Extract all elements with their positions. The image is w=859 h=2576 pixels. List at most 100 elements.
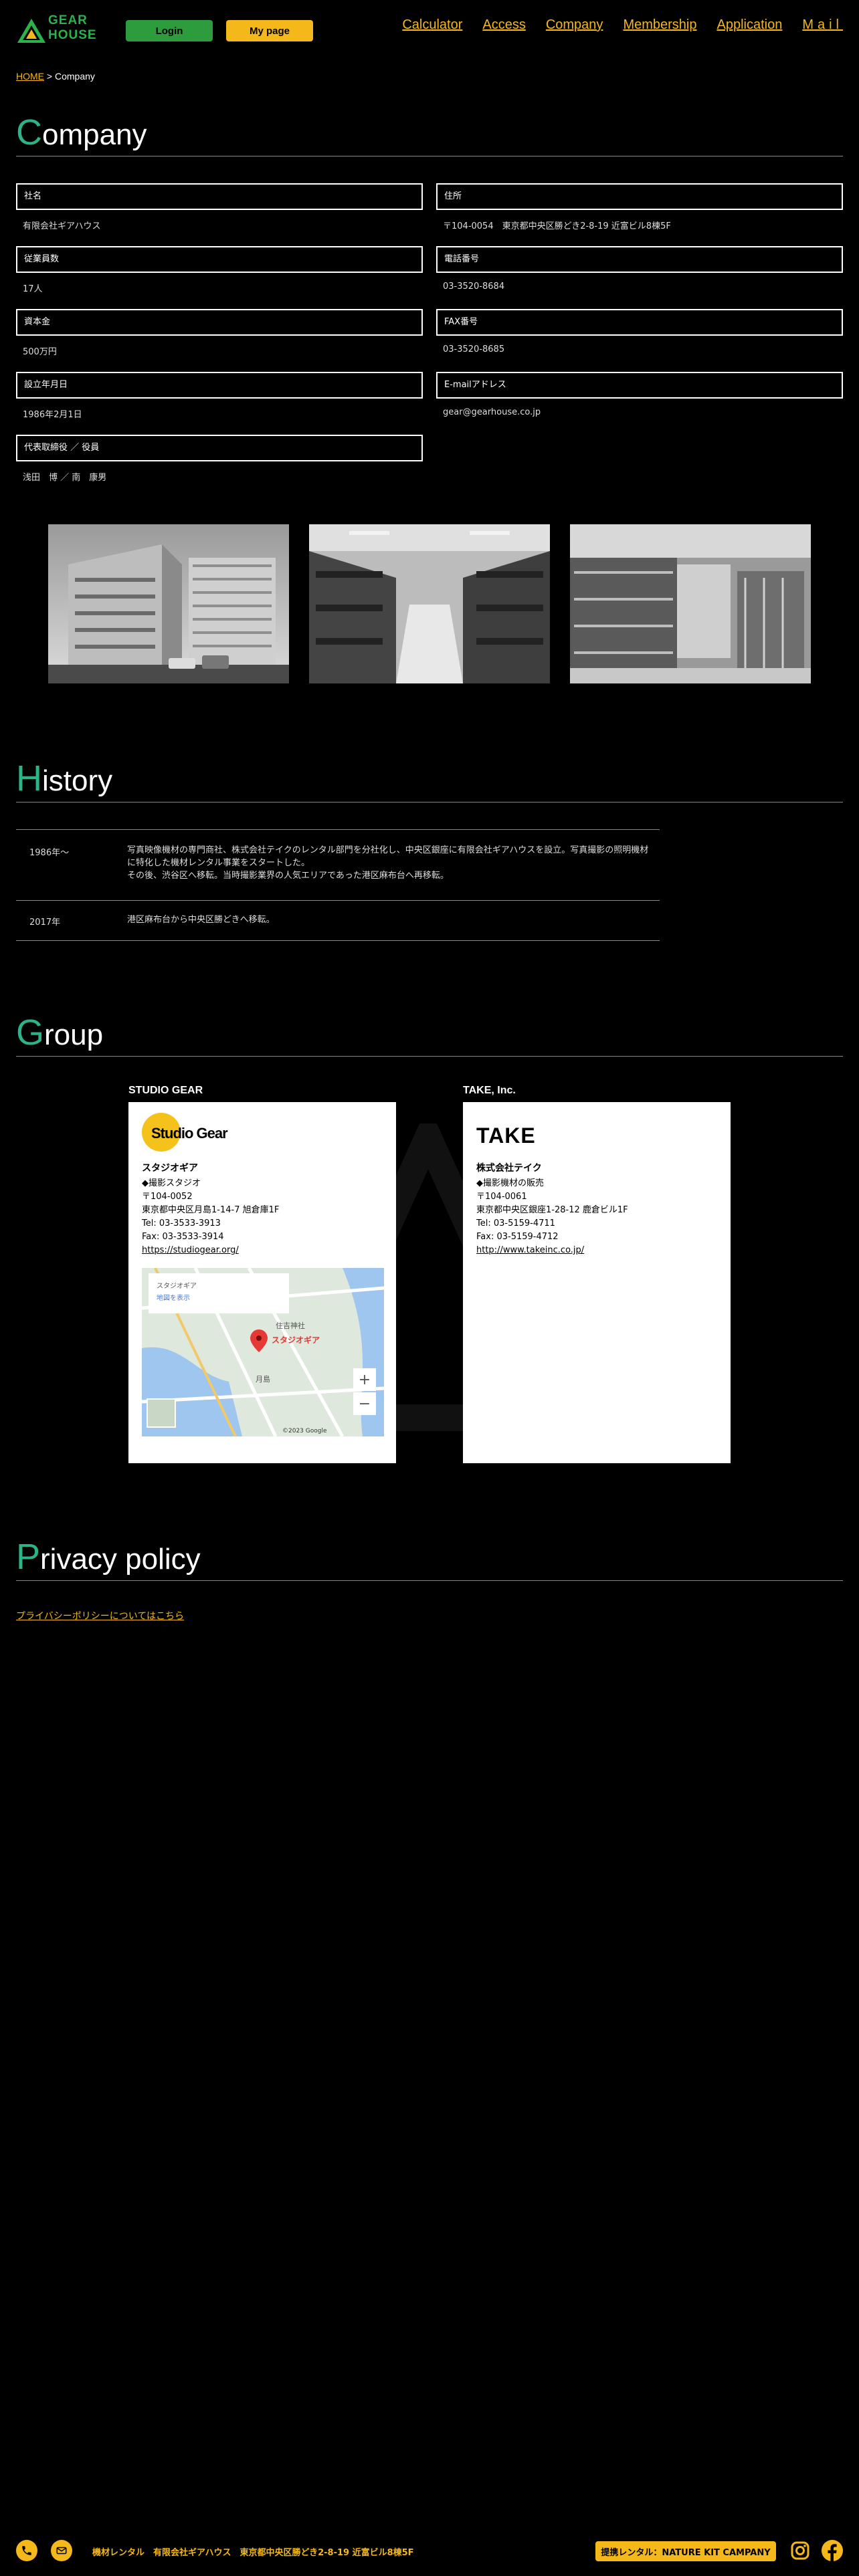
history-text-line: 写真映像機材の専門商社、株式会社テイクのレンタル部門を分社化し、中央区銀座に有限… [127,845,649,868]
privacy-title-rest: rivacy policy [40,1543,201,1576]
breadcrumb-separator: > [44,71,55,82]
page: GEAR HOUSE Login My page Calculator Acce… [0,0,859,2576]
breadcrumb: HOME > Company [16,71,95,82]
nav-access[interactable]: Access [482,15,525,35]
history-year: 2017年 [29,918,61,928]
history-title-initial: H [16,758,42,798]
field-value-phone: 03-3520-8684 [443,282,505,292]
phone-icon[interactable] [16,2540,37,2561]
header: GEAR HOUSE Login My page Calculator Acce… [0,0,859,62]
logo-text-bottom: HOUSE [48,28,97,42]
map-label-1: 住吉神社 [276,1321,305,1330]
map-card-line-2[interactable]: 地図を表示 [157,1293,190,1302]
take-title: 株式会社テイク [476,1163,542,1174]
group-section-title: Group [16,1012,843,1057]
map-attribution: ©2023 Google [282,1428,327,1434]
studio-gear-map[interactable]: スタジオギア 地図を表示 住吉神社 月島 スタジオギア + − ©2023 Go… [142,1268,384,1436]
studio-gear-line: 東京都中央区月島1-14-7 旭倉庫1F [142,1205,280,1215]
company-title: Company [16,112,147,153]
breadcrumb-home[interactable]: HOME [16,71,44,82]
field-label-fax: FAX番号 [436,309,843,336]
footer-address: 機材レンタル 有限会社ギアハウス 東京都中央区勝どき2-8-19 近富ビル8棟5… [92,2548,414,2558]
history-section-title: History [16,758,843,802]
photo-warehouse-floor [309,524,550,683]
studio-gear-line: ◆撮影スタジオ [142,1178,201,1188]
map-pin-label: スタジオギア [272,1335,320,1345]
mypage-button[interactable]: My page [226,20,313,41]
logo-triangle-icon [17,19,45,43]
field-label-founded: 設立年月日 [16,372,423,399]
map-card-line-1: スタジオギア [157,1282,197,1290]
map-zoom-out-icon[interactable]: − [353,1392,376,1415]
map-zoom-in-icon[interactable]: + [353,1368,376,1391]
history-text: 写真映像機材の専門商社、株式会社テイクのレンタル部門を分社化し、中央区銀座に有限… [127,844,656,882]
privacy-title-initial: P [16,1537,41,1577]
mail-icon[interactable] [51,2540,72,2561]
field-value-officers: 浅田 博 ／ 南 康男 [23,473,107,483]
field-value-email: gear@gearhouse.co.jp [443,407,541,417]
field-value-fax: 03-3520-8685 [443,344,505,354]
map-label-2: 月島 [256,1374,270,1384]
privacy-policy-link[interactable]: プライバシーポリシーについてはこちら [16,1609,184,1622]
photo-building [48,524,289,683]
privacy-section-title: Privacy policy [16,1536,843,1581]
field-label-phone: 電話番号 [436,246,843,273]
company-title-initial: C [16,112,42,152]
take-line: 東京都中央区銀座1-28-12 鹿倉ビル1F [476,1205,628,1215]
take-logo: TAKE [476,1123,536,1148]
company-section-title: Company [16,112,843,156]
privacy-title: Privacy policy [16,1536,201,1578]
take-line: ◆撮影機材の販売 [476,1178,544,1188]
studio-gear-line: Fax: 03-3533-3914 [142,1232,224,1242]
field-value-founded: 1986年2月1日 [23,410,82,420]
group-name-studio-gear: STUDIO GEAR [128,1085,203,1096]
logo-text-top: GEAR [48,13,88,27]
take-line: Tel: 03-5159-4711 [476,1218,555,1228]
studio-gear-link[interactable]: https://studiogear.org/ [142,1245,239,1255]
group-title-initial: G [16,1012,45,1053]
nav-application[interactable]: Application [717,15,782,35]
field-value-employees: 17人 [23,284,43,294]
take-link[interactable]: http://www.takeinc.co.jp/ [476,1245,584,1255]
nav-membership[interactable]: Membership [623,15,696,35]
photo-storage-room [570,524,811,683]
instagram-icon[interactable] [789,2540,811,2561]
svg-text:+: + [359,1372,371,1388]
nav-calculator[interactable]: Calculator [402,15,462,35]
group-title-rest: roup [44,1018,104,1051]
field-label-capital: 資本金 [16,309,423,336]
main-nav: Calculator Access Company Membership App… [382,15,843,35]
field-value-company-name: 有限会社ギアハウス [23,221,101,231]
group-card-studio-gear: Studio Gear スタジオギア ◆撮影スタジオ 〒104-0052 東京都… [128,1102,396,1463]
map-layer-toggle[interactable] [147,1398,176,1428]
svg-text:−: − [359,1396,371,1412]
history-text-line: その後、渋谷区へ移転。当時撮影業界の人気エリアであった港区麻布台へ再移転。 [127,871,449,881]
history-title: History [16,758,112,799]
field-label-employees: 従業員数 [16,246,423,273]
history-text: 港区麻布台から中央区勝どきへ移転。 [127,915,275,925]
nav-mail[interactable]: Mail [802,15,843,35]
login-button[interactable]: Login [126,20,213,41]
field-label-email: E-mailアドレス [436,372,843,399]
group-name-take: TAKE, Inc. [463,1085,516,1096]
breadcrumb-current: Company [54,71,95,82]
company-title-rest: ompany [42,118,147,151]
site-logo[interactable]: GEAR HOUSE [16,13,116,47]
take-line: 〒104-0061 [476,1192,527,1202]
history-title-rest: istory [42,764,113,797]
history-year: 1986年〜 [29,848,70,858]
facebook-icon[interactable] [822,2540,843,2561]
nav-company[interactable]: Company [546,15,603,35]
take-line: Fax: 03-5159-4712 [476,1232,559,1242]
field-value-capital: 500万円 [23,347,57,357]
studio-gear-line: 〒104-0052 [142,1192,193,1202]
partner-rental-button[interactable]: 提携レンタル：NATURE KIT CAMPANY [595,2541,776,2561]
field-label-company-name: 社名 [16,183,423,210]
history-divider [16,829,660,830]
history-divider [16,940,660,941]
studio-gear-title: スタジオギア [142,1163,198,1174]
group-card-take: TAKE 株式会社テイク ◆撮影機材の販売 〒104-0061 東京都中央区銀座… [463,1102,731,1463]
history-divider [16,900,660,901]
field-value-address: 〒104-0054 東京都中央区勝どき2-8-19 近富ビル8棟5F [443,221,671,231]
studio-gear-logo: Studio Gear [142,1113,383,1153]
